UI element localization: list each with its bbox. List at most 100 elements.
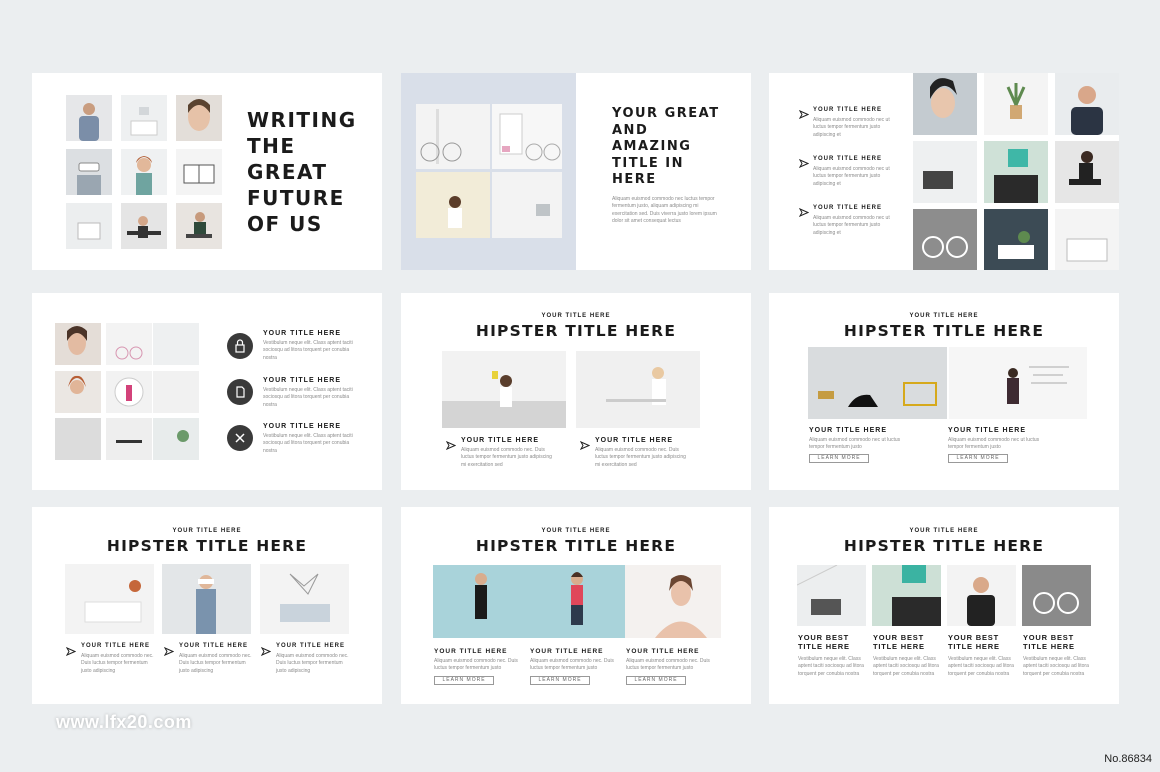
photo-whiteboard [949, 347, 1087, 419]
photo-woman-lips [55, 323, 101, 365]
photo-interior [913, 141, 977, 203]
arrow-icon [579, 437, 591, 451]
slide-4[interactable]: YOUR TITLE HERE Vestibulum neque elit. C… [32, 293, 382, 490]
slide-title: HIPSTER TITLE HERE [843, 537, 1045, 555]
item-body: Aliquam euismod commodo nec ut luctus te… [813, 166, 890, 187]
photo-kitchen-woman [442, 351, 566, 428]
item-number: No.86834 [1104, 753, 1152, 765]
photo-bicycle-wall [913, 209, 977, 270]
slide-9[interactable]: YOUR TITLE HERE HIPSTER TITLE HERE YOUR … [769, 507, 1119, 704]
photo-mint-kitchen [872, 565, 941, 626]
arrow-icon [798, 204, 810, 218]
photo-drawers [176, 149, 222, 195]
item-title: YOUR TITLE HERE [434, 648, 508, 655]
photo-wall [153, 323, 199, 365]
item-title: YOUR TITLE HERE [263, 377, 342, 384]
item-body: Aliquam euismod commodo nec. Duis luctus… [626, 658, 710, 672]
item-body: Aliquam euismod commodo nec. Duis luctus… [276, 653, 349, 674]
item-title: YOUR TITLE HERE [809, 427, 888, 434]
item-title: YOUR TITLE HERE [276, 643, 346, 649]
item-body: Vestibulum neque elit. Class aptent taci… [798, 656, 864, 677]
photo-shelf-bicycle [492, 104, 562, 169]
item-body: Aliquam euismod commodo nec. Duis luctus… [461, 447, 552, 468]
item-title: YOUR TITLE HERE [813, 156, 883, 162]
photo-kitchen [984, 141, 1048, 203]
photo-woman-sofa [65, 564, 154, 634]
photo-woman-face [176, 95, 222, 141]
photo-vr-headset [66, 149, 112, 195]
photo-shelves [153, 418, 199, 460]
learn-more-button[interactable]: LEARN MORE [434, 676, 494, 685]
photo-man-suit [1055, 73, 1119, 135]
slide-5[interactable]: YOUR TITLE HERE HIPSTER TITLE HERE YOUR … [401, 293, 751, 490]
item-body: Vestibulum neque elit. Class aptent taci… [873, 656, 939, 677]
photo-chair-corner [492, 172, 562, 238]
item-title: YOUR TITLE HERE [626, 648, 700, 655]
photo-woman-bare-shoulder [625, 565, 721, 638]
slide-8[interactable]: YOUR TITLE HERE HIPSTER TITLE HERE YOUR … [401, 507, 751, 704]
photo-older-man [947, 565, 1016, 626]
photo-desk [121, 203, 167, 249]
photo-chair [66, 203, 112, 249]
item-body: Aliquam euismod commodo nec ut luctus te… [813, 117, 890, 138]
arrow-icon [798, 155, 810, 169]
item-title: YOUR TITLE HERE [263, 330, 342, 337]
item-title: YOUR TITLE HERE [813, 205, 883, 211]
slide-title: HIPSTER TITLE HERE [475, 322, 677, 340]
item-body: Vestibulum neque elit. Class aptent taci… [263, 387, 353, 408]
photo-bicycle-window [106, 323, 152, 365]
photo-attic-room [797, 565, 866, 626]
slide-kicker: YOUR TITLE HERE [172, 528, 242, 534]
item-title: YOUR BEST TITLE HERE [1023, 633, 1075, 651]
learn-more-button[interactable]: LEARN MORE [948, 454, 1008, 463]
photo-plant [984, 73, 1048, 135]
photo-origami-couch [260, 564, 349, 634]
item-body: Aliquam euismod commodo nec ut luctus te… [809, 437, 901, 451]
slide-title: YOUR GREAT AND AMAZING TITLE IN HERE [612, 106, 720, 187]
learn-more-button[interactable]: LEARN MORE [530, 676, 590, 685]
slide-kicker: YOUR TITLE HERE [541, 528, 611, 534]
photo-redhead-hand [55, 371, 101, 413]
item-title: YOUR BEST TITLE HERE [873, 633, 925, 651]
item-body: Aliquam euismod commodo nec. Duis luctus… [530, 658, 614, 672]
slide-title: HIPSTER TITLE HERE [106, 537, 308, 555]
photo-woman-back [416, 172, 490, 238]
photo-redhead [121, 149, 167, 195]
item-title: YOUR TITLE HERE [813, 107, 883, 113]
item-title: YOUR BEST TITLE HERE [948, 633, 1000, 651]
photo-vr-woman [162, 564, 251, 634]
photo-woman-portrait [913, 73, 977, 135]
item-body: Aliquam euismod commodo nec. Duis luctus… [595, 447, 686, 468]
slide-kicker: YOUR TITLE HERE [909, 313, 979, 319]
slide-7[interactable]: YOUR TITLE HERE HIPSTER TITLE HERE YOUR … [32, 507, 382, 704]
slide-2[interactable]: YOUR GREAT AND AMAZING TITLE IN HERE Ali… [401, 73, 751, 270]
slide-title: HIPSTER TITLE HERE [475, 537, 677, 555]
photo-desk-plant [984, 209, 1048, 270]
arrow-icon [798, 106, 810, 120]
photo-sitting [176, 203, 222, 249]
slide-3[interactable]: YOUR TITLE HERE Aliquam euismod commodo … [769, 73, 1119, 270]
item-title: YOUR TITLE HERE [948, 427, 1027, 434]
item-body: Aliquam euismod commodo nec. Duis luctus… [81, 653, 154, 674]
item-title: YOUR TITLE HERE [179, 643, 249, 649]
slide-body: Aliquam euismod commodo nec luctus tempo… [612, 196, 717, 224]
arrow-icon [260, 643, 272, 657]
slide-1[interactable]: WRITING THE GREAT FUTURE OF US [32, 73, 382, 270]
photo-kitchen-bw [55, 418, 101, 460]
item-title: YOUR BEST TITLE HERE [798, 633, 850, 651]
slide-title: WRITING THE GREAT FUTURE OF US [247, 108, 357, 236]
photo-bicycle-room [416, 104, 490, 169]
slide-title: HIPSTER TITLE HERE [843, 322, 1045, 340]
photo-man [66, 95, 112, 141]
slide-kicker: YOUR TITLE HERE [541, 313, 611, 319]
learn-more-button[interactable]: LEARN MORE [626, 676, 686, 685]
item-body: Aliquam euismod commodo nec ut luctus te… [813, 215, 890, 236]
item-body: Vestibulum neque elit. Class aptent taci… [263, 433, 353, 454]
item-title: YOUR TITLE HERE [81, 643, 151, 649]
slide-6[interactable]: YOUR TITLE HERE HIPSTER TITLE HERE YOUR … [769, 293, 1119, 490]
lock-icon [227, 333, 253, 359]
learn-more-button[interactable]: LEARN MORE [809, 454, 869, 463]
item-title: YOUR TITLE HERE [461, 437, 540, 444]
document-icon [227, 379, 253, 405]
photo-office-woman [576, 351, 700, 428]
